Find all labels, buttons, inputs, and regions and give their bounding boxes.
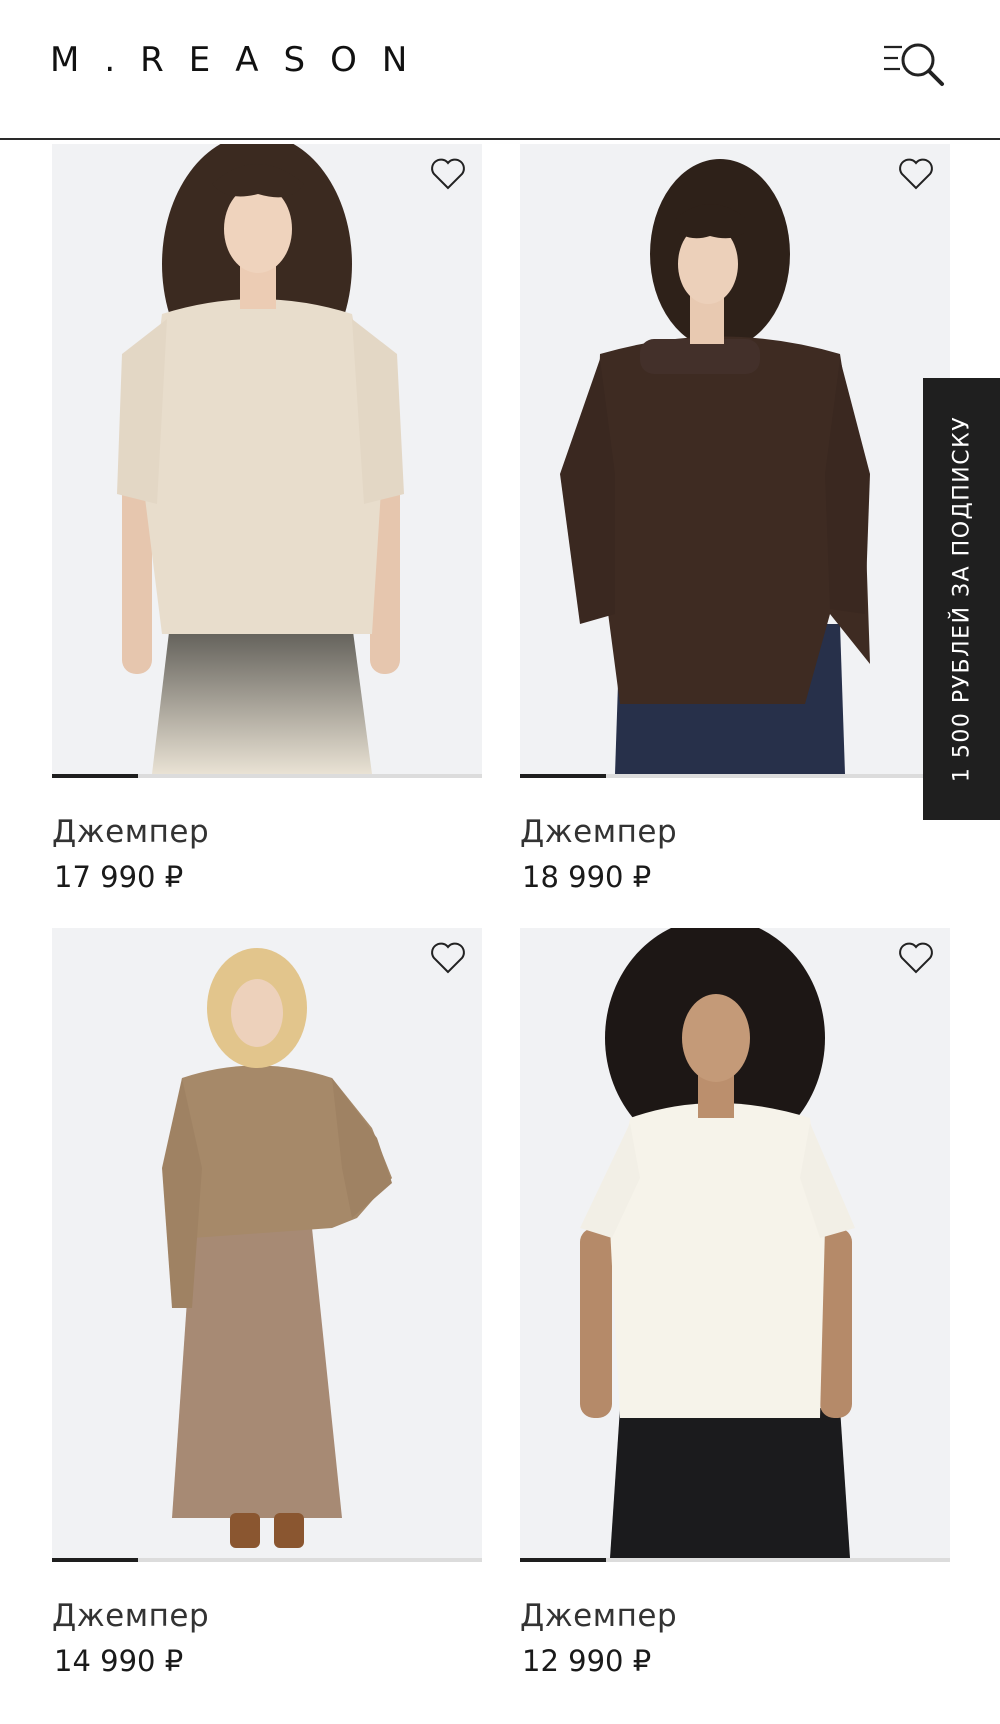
- product-price: 14 990 ₽: [54, 1644, 184, 1678]
- product-image[interactable]: [520, 928, 950, 1558]
- product-name[interactable]: Джемпер: [520, 1598, 677, 1634]
- carousel-progress-fill: [520, 1558, 606, 1562]
- image-carousel-progress: [52, 1558, 482, 1562]
- image-carousel-progress: [52, 774, 482, 778]
- menu-search-icon[interactable]: [880, 38, 950, 88]
- favorite-heart-icon[interactable]: [428, 938, 468, 978]
- product-image[interactable]: [52, 928, 482, 1558]
- image-carousel-progress: [520, 774, 950, 778]
- carousel-progress-fill: [520, 774, 606, 778]
- carousel-progress-fill: [52, 774, 138, 778]
- site-header: M.REASON: [0, 0, 1000, 140]
- favorite-heart-icon[interactable]: [896, 938, 936, 978]
- product-name[interactable]: Джемпер: [520, 814, 677, 850]
- image-carousel-progress: [520, 1558, 950, 1562]
- product-name[interactable]: Джемпер: [52, 1598, 209, 1634]
- brand-logo[interactable]: M.REASON: [50, 40, 432, 80]
- favorite-heart-icon[interactable]: [896, 154, 936, 194]
- product-name[interactable]: Джемпер: [52, 814, 209, 850]
- product-price: 18 990 ₽: [522, 860, 652, 894]
- product-price: 12 990 ₽: [522, 1644, 652, 1678]
- promo-label: 1 500 РУБЛЕЙ ЗА ПОДПИСКУ: [949, 415, 974, 783]
- product-price: 17 990 ₽: [54, 860, 184, 894]
- product-image[interactable]: [520, 144, 950, 774]
- product-image[interactable]: [52, 144, 482, 774]
- subscription-promo-tab[interactable]: 1 500 РУБЛЕЙ ЗА ПОДПИСКУ: [923, 378, 1000, 820]
- favorite-heart-icon[interactable]: [428, 154, 468, 194]
- carousel-progress-fill: [52, 1558, 138, 1562]
